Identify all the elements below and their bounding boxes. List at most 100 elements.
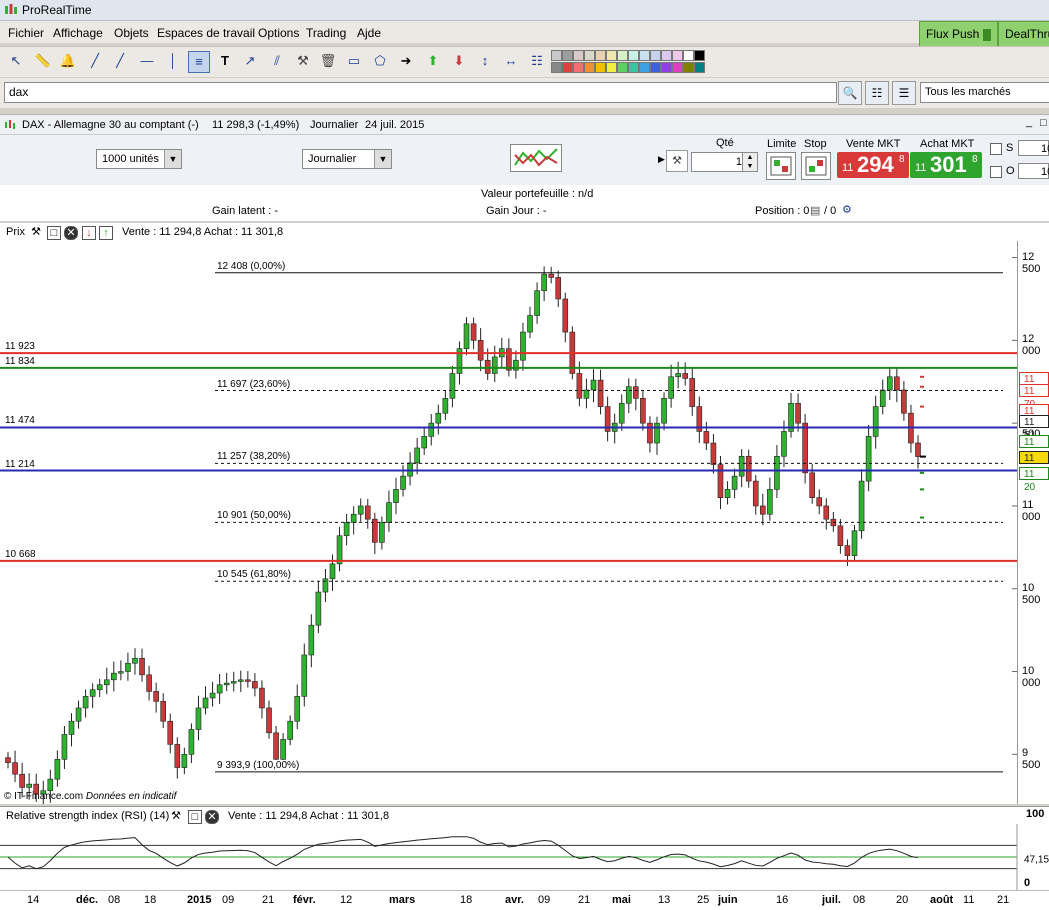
palette-swatch[interactable]: [694, 62, 705, 73]
palette-swatch[interactable]: [562, 62, 573, 73]
collapse-arrow-icon[interactable]: ▶: [658, 154, 665, 165]
drawing-toolbar: ↖ 📏 🔔 ╱ ╱ — │ ≡ T ↗ ⫽ ⚒ 🗑 ▭ ⬠ ➜ ⬆ ⬇ ↕ ↔ …: [0, 46, 1049, 77]
position-detail-icon[interactable]: ▤: [810, 204, 820, 217]
candle-body: [139, 657, 145, 676]
rectangle-icon[interactable]: ▭: [344, 51, 364, 71]
menu-fichier[interactable]: Fichier: [8, 26, 44, 40]
polygon-icon[interactable]: ⬠: [370, 51, 390, 71]
minimize-icon[interactable]: _: [1026, 116, 1032, 128]
palette-swatch[interactable]: [606, 50, 617, 61]
menu-affichage[interactable]: Affichage: [53, 26, 103, 40]
palette-swatch[interactable]: [661, 62, 672, 73]
timeframe-select[interactable]: Journalier ▼: [302, 149, 392, 169]
palette-swatch[interactable]: [562, 50, 573, 61]
qty-stepper[interactable]: ▲ ▼: [742, 152, 758, 172]
palette-swatch[interactable]: [573, 62, 584, 73]
vertical-line-icon[interactable]: │: [163, 51, 183, 71]
palette-swatch[interactable]: [639, 62, 650, 73]
strategy-button[interactable]: [510, 144, 562, 172]
palette-swatch[interactable]: [650, 50, 661, 61]
wrench-icon[interactable]: ⚒: [30, 226, 42, 238]
palette-swatch[interactable]: [661, 50, 672, 61]
target-distance-input[interactable]: 10: [1018, 163, 1049, 179]
menu-ajde[interactable]: Ajde: [357, 26, 381, 40]
sell-arrow-icon[interactable]: ↓: [82, 226, 96, 240]
palette-swatch[interactable]: [639, 50, 650, 61]
instrument-search-input[interactable]: dax: [4, 82, 837, 103]
trash-icon[interactable]: 🗑: [318, 51, 338, 71]
palette-swatch[interactable]: [595, 62, 606, 73]
fibonacci-icon[interactable]: ≡: [188, 51, 210, 73]
date-axis-tick: avr.: [505, 894, 524, 906]
palette-swatch[interactable]: [595, 50, 606, 61]
buy-mkt-button[interactable]: 11 301 8: [910, 152, 982, 178]
dealthru-button[interactable]: DealThru: [998, 21, 1049, 47]
palette-swatch[interactable]: [650, 62, 661, 73]
arrow-up-icon[interactable]: ⬆: [423, 51, 443, 71]
menu-objets[interactable]: Objets: [114, 26, 149, 40]
close-icon[interactable]: ✕: [205, 810, 219, 824]
channel-icon[interactable]: ↗: [240, 51, 260, 71]
search-icon[interactable]: 🔍: [838, 81, 862, 105]
s-checkbox[interactable]: [990, 143, 1002, 155]
flux-push-button[interactable]: Flux Push: [919, 21, 998, 47]
menu-espaces-de-travail[interactable]: Espaces de travail: [157, 26, 255, 40]
palette-swatch[interactable]: [617, 50, 628, 61]
palette-swatch[interactable]: [584, 62, 595, 73]
palette-swatch[interactable]: [628, 62, 639, 73]
palette-swatch[interactable]: [694, 50, 705, 61]
palette-swatch[interactable]: [606, 62, 617, 73]
wrench-icon[interactable]: ⚒: [170, 810, 182, 822]
text-tool-icon[interactable]: T: [215, 51, 235, 71]
candle-body: [209, 692, 216, 699]
settings-gear-icon[interactable]: ⚙: [842, 203, 852, 216]
palette-swatch[interactable]: [617, 62, 628, 73]
palette-swatch[interactable]: [573, 50, 584, 61]
alert-bell-icon[interactable]: 🔔: [58, 51, 78, 71]
horizontal-line-icon[interactable]: —: [137, 51, 157, 71]
maximize-icon[interactable]: □: [1040, 117, 1047, 129]
cursor-icon[interactable]: ↖: [6, 51, 26, 71]
limit-order-button[interactable]: [766, 152, 796, 180]
palette-swatch[interactable]: [551, 50, 562, 61]
stop-order-icon: [805, 156, 827, 176]
units-select[interactable]: 1000 unités ▼: [96, 149, 182, 169]
sr-line-label: 11 834: [5, 355, 35, 367]
qty-input[interactable]: 1: [691, 152, 747, 172]
arrow-right-icon[interactable]: ➜: [396, 51, 416, 71]
stop-label: Stop: [804, 138, 827, 150]
menu-trading[interactable]: Trading: [306, 26, 346, 40]
window-icon[interactable]: □: [188, 810, 202, 824]
gann-icon[interactable]: ☷: [527, 51, 547, 71]
window-icon[interactable]: □: [47, 226, 61, 240]
ruler-icon[interactable]: 📏: [33, 51, 53, 71]
vertical-range-icon[interactable]: ↕: [475, 51, 495, 71]
wrench-icon[interactable]: ⚒: [293, 51, 313, 71]
list-icon[interactable]: ☰: [892, 81, 916, 105]
sell-mkt-button[interactable]: 11 294 8: [837, 152, 909, 178]
stop-order-button[interactable]: [801, 152, 831, 180]
market-scope-select[interactable]: Tous les marchés: [920, 82, 1049, 103]
stop-distance-input[interactable]: 10: [1018, 140, 1049, 156]
o-checkbox[interactable]: [990, 166, 1002, 178]
palette-swatch[interactable]: [683, 50, 694, 61]
palette-swatch[interactable]: [551, 62, 562, 73]
close-icon[interactable]: ✕: [64, 226, 78, 240]
arrow-down-icon[interactable]: ⬇: [449, 51, 469, 71]
line-icon[interactable]: ╱: [85, 51, 105, 71]
screener-icon[interactable]: ☷: [865, 81, 889, 105]
buy-arrow-icon[interactable]: ↑: [99, 226, 113, 240]
wrench-icon[interactable]: ⚒: [666, 150, 688, 172]
menu-options[interactable]: Options: [258, 26, 299, 40]
segment-icon[interactable]: ╱: [110, 51, 130, 71]
parallel-icon[interactable]: ⫽: [267, 51, 287, 71]
palette-swatch[interactable]: [628, 50, 639, 61]
rsi-chart[interactable]: 47,15 0: [0, 824, 1049, 890]
palette-swatch[interactable]: [683, 62, 694, 73]
palette-swatch[interactable]: [672, 50, 683, 61]
palette-swatch[interactable]: [672, 62, 683, 73]
candlestick-chart[interactable]: [0, 241, 1017, 804]
candle-body: [266, 707, 272, 734]
horizontal-range-icon[interactable]: ↔: [501, 51, 521, 71]
palette-swatch[interactable]: [584, 50, 595, 61]
